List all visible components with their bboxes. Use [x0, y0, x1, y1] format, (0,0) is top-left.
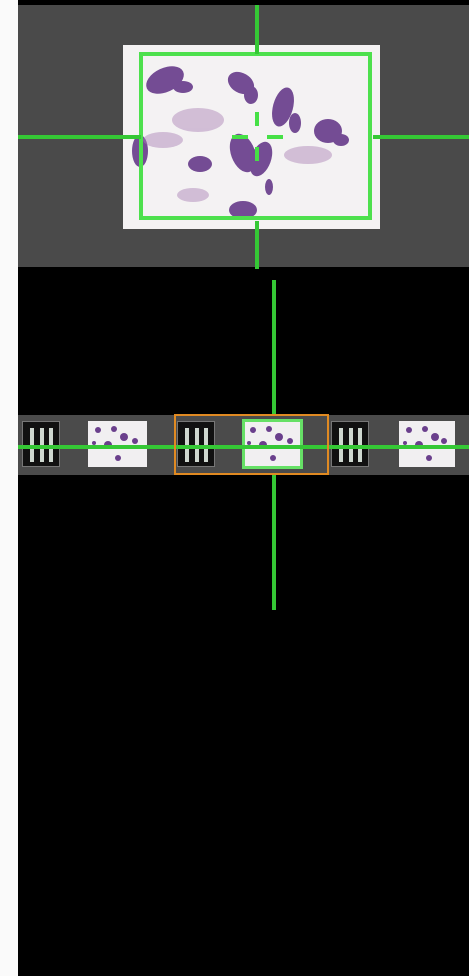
tissue-thumbnail-svg — [92, 426, 138, 461]
selected-thumbnail-outline — [174, 414, 329, 475]
roi-outline[interactable] — [139, 52, 372, 220]
thumbnail-label[interactable] — [22, 421, 60, 467]
crosshair-horizontal-left — [18, 135, 141, 139]
slide-viewer[interactable] — [18, 5, 469, 976]
tissue-thumbnail-svg — [403, 426, 447, 461]
crosshair-center-left — [232, 135, 248, 139]
crosshair-center-bottom — [255, 147, 259, 161]
left-gutter — [0, 0, 18, 976]
crosshair-horizontal-right — [373, 135, 469, 139]
crosshair-vertical-bottom — [255, 221, 259, 269]
crosshair-center-top — [255, 112, 259, 126]
thumbnail-label[interactable] — [331, 421, 369, 467]
slide-overview-panel[interactable] — [18, 5, 469, 269]
crosshair-center-right — [267, 135, 283, 139]
thumbnail-tissue[interactable] — [88, 421, 147, 467]
crosshair-vertical-top — [255, 5, 259, 54]
thumbnail-tissue[interactable] — [399, 421, 455, 467]
